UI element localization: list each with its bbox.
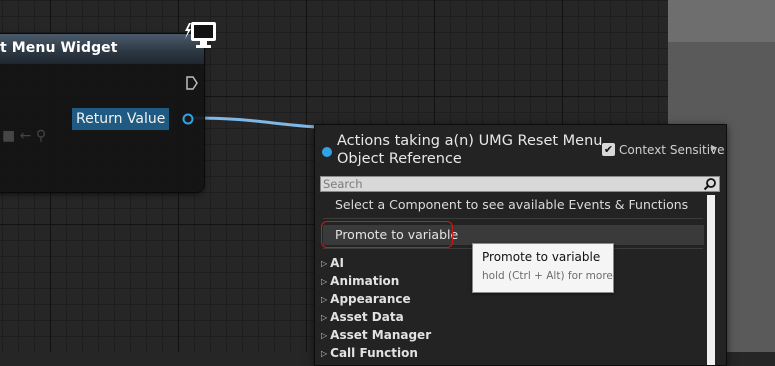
exec-pin-icon[interactable]	[186, 76, 198, 90]
tooltip-title: Promote to variable	[482, 250, 601, 264]
object-pin-icon[interactable]	[182, 113, 194, 125]
divider	[323, 218, 703, 219]
context-sensitive-checkbox[interactable]: ✔	[602, 143, 615, 156]
category-appearance[interactable]: ▷ Appearance	[321, 292, 411, 306]
promote-tooltip: Promote to variable hold (Ctrl + Alt) fo…	[472, 243, 614, 293]
search-box[interactable]	[320, 176, 720, 192]
category-ai[interactable]: ▷ AI	[321, 256, 344, 270]
component-hint: Select a Component to see available Even…	[335, 197, 689, 212]
menu-scrollbar[interactable]	[707, 195, 715, 365]
node-ghost-icons: ■ ← ⚲	[2, 128, 47, 144]
category-call-function[interactable]: ▷ Call Function	[321, 346, 418, 360]
menu-title: Actions taking a(n) UMG Reset Menu Objec…	[337, 132, 605, 168]
menu-title-line-2: Object Reference	[337, 151, 462, 167]
return-value-label: Return Value	[72, 108, 170, 130]
object-type-dot-icon	[322, 147, 332, 157]
menu-title-line-1: Actions taking a(n) UMG Reset Menu	[337, 133, 603, 149]
search-input[interactable]	[323, 177, 693, 191]
create-widget-node[interactable]: t Menu Widget Return Value ■ ← ⚲	[0, 34, 204, 192]
category-asset-data[interactable]: ▷ Asset Data	[321, 310, 404, 324]
category-asset-manager[interactable]: ▷ Asset Manager	[321, 328, 431, 342]
tooltip-subtitle: hold (Ctrl + Alt) for more	[482, 270, 613, 282]
monitor-icon	[185, 22, 216, 48]
node-header[interactable]: t Menu Widget	[0, 34, 204, 64]
node-title: t Menu Widget	[0, 40, 118, 56]
details-panel-header	[668, 0, 775, 42]
category-animation[interactable]: ▷ Animation	[321, 274, 399, 288]
search-icon[interactable]	[703, 177, 717, 191]
context-sensitive-label: Context Sensitive	[619, 143, 725, 157]
context-sensitive-arrow-icon[interactable]: ▶	[711, 143, 717, 152]
highlight-annotation	[321, 221, 453, 248]
